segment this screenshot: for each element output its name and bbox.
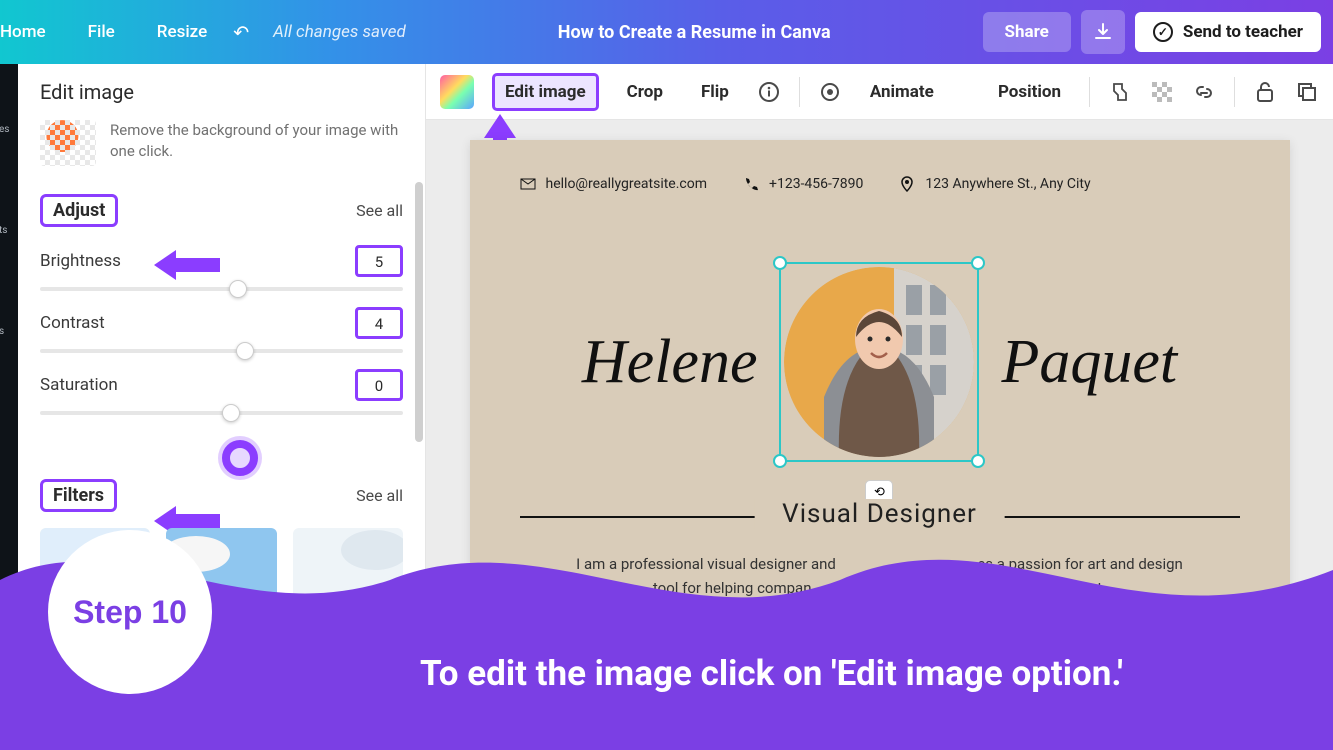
position-button[interactable]: Position	[988, 76, 1071, 108]
contact-row: hello@reallygreatsite.com +123-456-7890 …	[520, 176, 1240, 192]
adjust-heading: Adjust	[40, 194, 118, 227]
nav-resize[interactable]: Resize	[157, 22, 207, 42]
flip-button[interactable]: Flip	[691, 76, 739, 108]
panel-scrollbar[interactable]	[415, 182, 423, 442]
address-text: 123 Anywhere St., Any City	[925, 176, 1090, 192]
resize-handle[interactable]	[773, 454, 787, 468]
link-icon[interactable]	[1192, 80, 1216, 104]
download-icon	[1093, 22, 1113, 42]
phone-icon	[743, 176, 759, 192]
panel-title: Edit image	[18, 64, 425, 116]
step-badge: Step 10	[48, 530, 212, 694]
email-text: hello@reallygreatsite.com	[546, 176, 708, 192]
top-bar: Home File Resize ↶ All changes saved How…	[0, 0, 1333, 64]
contact-email: hello@reallygreatsite.com	[520, 176, 708, 192]
send-label: Send to teacher	[1183, 22, 1303, 42]
divider	[1234, 77, 1235, 107]
bg-remove-card[interactable]: Remove the background of your image with…	[18, 116, 425, 180]
slider-handle[interactable]	[229, 280, 247, 298]
mail-icon	[520, 176, 536, 192]
adjust-label: Contrast	[40, 313, 105, 333]
photo-selection[interactable]: ⟲	[779, 262, 979, 462]
divider	[1089, 77, 1090, 107]
copy-style-icon[interactable]	[1108, 80, 1132, 104]
crop-button[interactable]: Crop	[617, 76, 673, 108]
share-button[interactable]: Share	[983, 12, 1071, 52]
send-to-teacher-button[interactable]: ✓ Send to teacher	[1135, 12, 1321, 52]
save-status: All changes saved	[273, 22, 406, 42]
info-icon[interactable]	[757, 80, 781, 104]
resize-handle[interactable]	[971, 256, 985, 270]
adjust-slider[interactable]	[40, 411, 403, 415]
doc-title[interactable]: How to Create a Resume in Canva	[406, 22, 983, 43]
contact-address: 123 Anywhere St., Any City	[899, 176, 1090, 192]
phone-text: +123-456-7890	[769, 176, 863, 192]
resize-handle[interactable]	[773, 256, 787, 270]
contact-phone: +123-456-7890	[743, 176, 863, 192]
tutorial-text: To edit the image click on 'Edit image o…	[250, 653, 1293, 694]
nav-file[interactable]: File	[88, 22, 115, 42]
filters-heading: Filters	[40, 479, 117, 512]
check-icon: ✓	[1153, 22, 1173, 42]
adjust-value[interactable]: 0	[355, 369, 403, 401]
adjust-label: Brightness	[40, 251, 121, 271]
slider-handle[interactable]	[222, 404, 240, 422]
slider-handle[interactable]	[236, 342, 254, 360]
adjust-value[interactable]: 5	[355, 245, 403, 277]
adjust-label: Saturation	[40, 375, 118, 395]
divider	[799, 77, 800, 107]
nav-home[interactable]: Home	[0, 22, 46, 42]
hero-row: Helene	[520, 262, 1240, 462]
adjust-row: Saturation 0	[18, 353, 425, 401]
profile-photo[interactable]	[784, 267, 974, 457]
canvas-toolbar: Edit image Crop Flip Animate Position	[426, 64, 1333, 120]
adjust-see-all[interactable]: See all	[356, 201, 403, 220]
transparency-icon[interactable]	[1150, 80, 1174, 104]
color-picker-swatch[interactable]	[440, 75, 474, 109]
download-button[interactable]	[1081, 10, 1125, 54]
adjust-value[interactable]: 4	[355, 307, 403, 339]
bg-remove-thumb	[40, 120, 96, 166]
resize-handle[interactable]	[971, 454, 985, 468]
last-name[interactable]: Paquet	[1001, 327, 1177, 398]
animate-icon	[818, 80, 842, 104]
animate-button[interactable]: Animate	[860, 76, 944, 108]
adjust-slider[interactable]	[40, 287, 403, 291]
adjust-row: Contrast 4	[18, 291, 425, 339]
filters-see-all[interactable]: See all	[356, 486, 403, 505]
arrow-adjust-icon	[152, 248, 222, 282]
highlight-ring-icon	[222, 440, 258, 476]
undo-icon[interactable]: ↶	[233, 21, 249, 44]
first-name[interactable]: Helene	[582, 327, 758, 398]
adjust-slider[interactable]	[40, 349, 403, 353]
duplicate-icon[interactable]	[1295, 80, 1319, 104]
edit-image-button[interactable]: Edit image	[492, 73, 599, 111]
lock-icon[interactable]	[1253, 80, 1277, 104]
location-icon	[899, 176, 915, 192]
bg-remove-desc: Remove the background of your image with…	[110, 120, 403, 162]
